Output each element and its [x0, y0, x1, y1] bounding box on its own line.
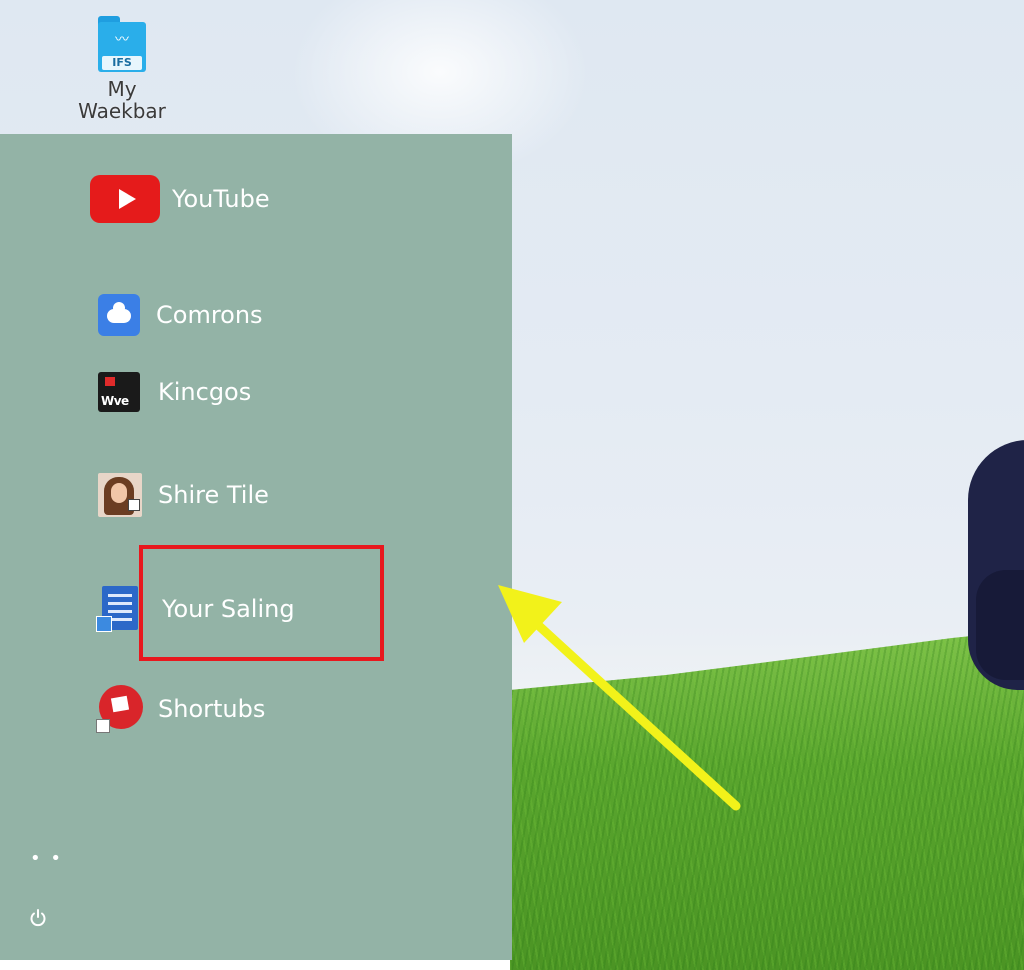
desktop-icon-label-line2: Waekbar	[78, 99, 166, 123]
desktop-icon-label-line1: My	[107, 77, 137, 101]
start-item-youtube[interactable]: YouTube	[90, 174, 270, 224]
start-item-shire-tile[interactable]: Shire Tile	[98, 470, 269, 520]
start-item-label: Comrons	[156, 301, 263, 329]
more-options-icon[interactable]: • •	[30, 848, 63, 869]
desktop-icon-label: My Waekbar	[74, 78, 170, 122]
start-menu-panel: YouTube Comrons Wve Kincgos Shire Tile Y…	[0, 134, 512, 960]
wallpaper-person-arm	[976, 570, 1024, 680]
start-item-label: Kincgos	[158, 378, 252, 406]
profile-photo-icon	[98, 473, 142, 517]
desktop-shortcut-my-waekbar[interactable]: 〰 IFS My Waekbar	[74, 12, 170, 122]
start-item-kincgos[interactable]: Wve Kincgos	[98, 367, 251, 417]
document-icon	[96, 586, 140, 632]
start-item-shortubs[interactable]: Shortubs	[96, 684, 265, 734]
start-item-comrons[interactable]: Comrons	[98, 290, 263, 340]
cloud-icon	[98, 294, 140, 336]
start-item-label: YouTube	[172, 185, 270, 213]
folder-icon: 〰 IFS	[98, 12, 146, 72]
kincgos-icon-text: Wve	[101, 394, 129, 408]
power-icon[interactable]	[28, 908, 48, 928]
shortcut-icon	[96, 685, 144, 733]
start-item-label: Shire Tile	[158, 481, 269, 509]
folder-tag-label: IFS	[102, 56, 142, 70]
youtube-icon	[90, 175, 160, 223]
start-item-label: Shortubs	[158, 695, 266, 723]
kincgos-app-icon: Wve	[98, 372, 140, 412]
highlight-rectangle	[139, 545, 384, 661]
